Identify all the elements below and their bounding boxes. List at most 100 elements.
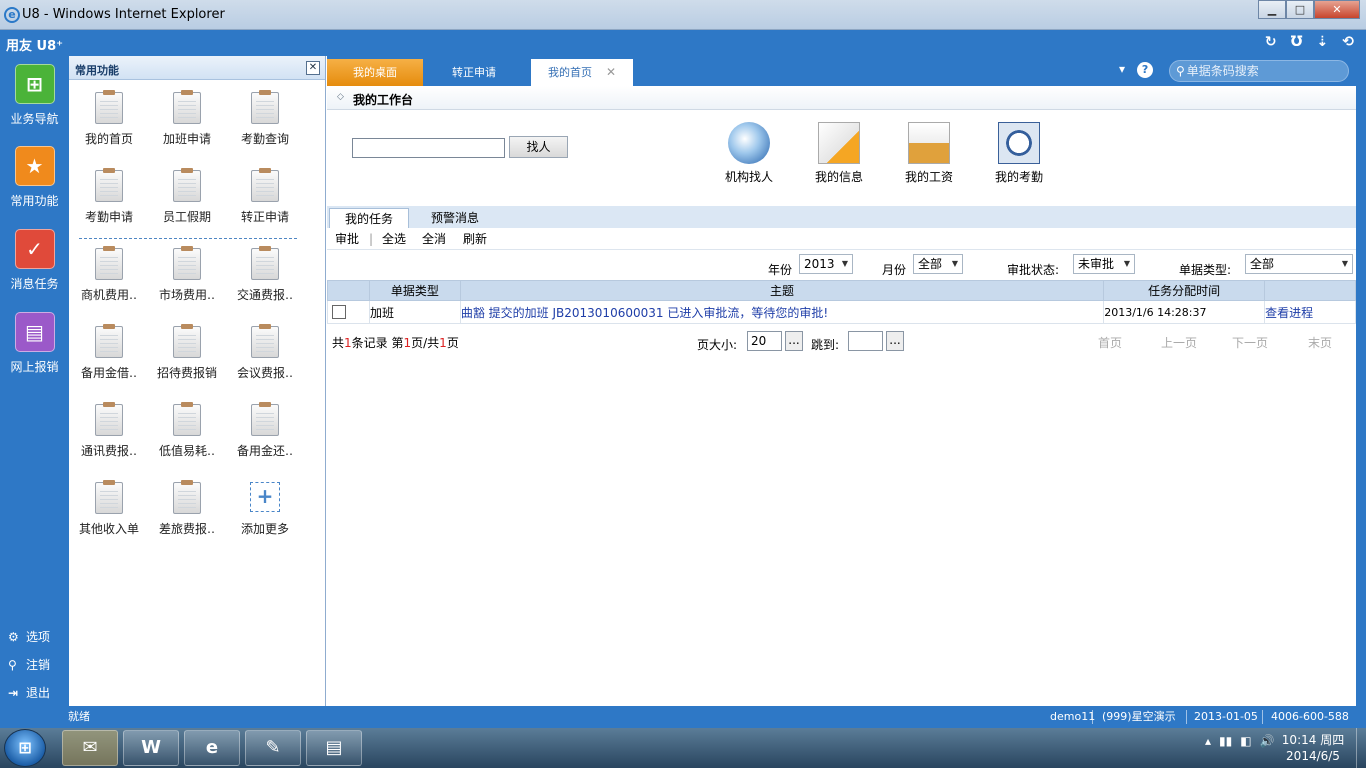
first-page-link[interactable]: 首页 xyxy=(1098,334,1122,351)
table-row[interactable]: 加班 曲豁 提交的加班 JB2013010600031 已进入审批流，等待您的审… xyxy=(327,300,1356,324)
chevron-down-icon: ▼ xyxy=(951,259,958,268)
function-item[interactable]: 加班申请 xyxy=(148,90,226,147)
download-icon[interactable]: ⇣ xyxy=(1317,34,1329,50)
panel-header: 常用功能 ✕ xyxy=(69,56,325,80)
find-person-input[interactable] xyxy=(352,138,505,158)
user-switch-icon[interactable]: Ʊ xyxy=(1291,34,1303,50)
tray-expand-icon[interactable]: ▴ xyxy=(1205,734,1211,748)
year-select[interactable]: 2013 ▼ xyxy=(799,254,853,274)
function-item-label: 备用金借‥ xyxy=(80,366,137,380)
column-subject[interactable]: 主题 xyxy=(459,280,1105,301)
find-person-button[interactable]: 找人 xyxy=(509,136,568,158)
panel-close-icon[interactable]: ✕ xyxy=(306,61,320,75)
cell-assigned-time: 2013/1/6 14:28:37 xyxy=(1103,300,1266,324)
tab-my-desktop[interactable]: 我的桌面 xyxy=(327,59,423,86)
outlook-icon[interactable]: ✉ xyxy=(62,730,118,766)
doc-type-select[interactable]: 全部 ▼ xyxy=(1245,254,1353,274)
column-assigned-time[interactable]: 任务分配时间 xyxy=(1103,280,1266,301)
quick-link-my-attendance[interactable]: 我的考勤 xyxy=(979,122,1059,185)
add-more-button[interactable]: + 添加更多 xyxy=(226,482,304,537)
status-date: 2013-01-05 xyxy=(1194,710,1258,723)
view-process-link[interactable]: 查看进程 xyxy=(1264,300,1356,324)
function-item[interactable]: 考勤申请 xyxy=(70,168,148,225)
function-item[interactable]: 低值易耗‥ xyxy=(148,402,226,459)
status-user: demo11 xyxy=(1050,710,1096,723)
refresh-icon[interactable]: ↻ xyxy=(1265,34,1277,50)
paint-icon[interactable]: ✎ xyxy=(245,730,301,766)
tab-my-homepage[interactable]: 我的首页 ✕ xyxy=(531,59,633,86)
page-size-button[interactable]: ... xyxy=(785,331,803,351)
jump-to-input[interactable] xyxy=(848,331,883,351)
tab-my-tasks[interactable]: 我的任务 xyxy=(329,208,409,228)
next-page-link[interactable]: 下一页 xyxy=(1232,334,1268,351)
volume-icon[interactable]: 🔊 xyxy=(1260,734,1275,748)
ie-logo-icon: e xyxy=(4,7,20,23)
function-item[interactable]: 差旅费报‥ xyxy=(148,480,226,537)
function-item[interactable]: 其他收入单 xyxy=(70,480,148,537)
cell-subject-link[interactable]: 曲豁 提交的加班 JB2013010600031 已进入审批流，等待您的审批! xyxy=(459,300,1105,324)
chevron-down-icon[interactable]: ▾ xyxy=(1119,62,1125,78)
nav-options[interactable]: ⚙ 选项 xyxy=(8,628,50,645)
network-icon[interactable]: ▮▮ xyxy=(1219,734,1232,748)
nav-logout[interactable]: ⚲ 注销 xyxy=(8,656,50,673)
quick-link-my-salary[interactable]: 我的工资 xyxy=(889,122,969,185)
battery-icon[interactable]: ◧ xyxy=(1240,734,1251,748)
function-item[interactable]: 招待费报销 xyxy=(148,324,226,381)
barcode-search-input[interactable]: ⚲ 单据条码搜索 xyxy=(1169,60,1349,82)
maximize-button[interactable]: □ xyxy=(1286,0,1314,19)
task-action-bar: 审批 | 全选 全消 刷新 xyxy=(327,228,1356,250)
function-item[interactable]: 商机费用‥ xyxy=(70,246,148,303)
function-item[interactable]: 考勤查询 xyxy=(226,90,304,147)
approve-button[interactable]: 审批 xyxy=(335,228,359,250)
nav-common-functions[interactable]: ★ 常用功能 xyxy=(0,146,69,209)
clock[interactable]: 10:14 周四 2014/6/5 xyxy=(1280,732,1346,764)
nav-online-reimbursement[interactable]: ▤ 网上报销 xyxy=(0,312,69,375)
quick-link-my-info[interactable]: 我的信息 xyxy=(799,122,879,185)
function-item[interactable]: 我的首页 xyxy=(70,90,148,147)
select-all-button[interactable]: 全选 xyxy=(382,228,406,250)
nav-exit[interactable]: ⇥ 退出 xyxy=(8,684,50,701)
function-item[interactable]: 通讯费报‥ xyxy=(70,402,148,459)
explorer-icon[interactable]: ▤ xyxy=(306,730,362,766)
function-item[interactable]: 会议费报‥ xyxy=(226,324,304,381)
approval-status-select[interactable]: 未审批 ▼ xyxy=(1073,254,1135,274)
quick-link-org-search[interactable]: 机构找人 xyxy=(709,122,789,185)
ie-title-bar: e U8 - Windows Internet Explorer ▁ □ ✕ xyxy=(0,0,1366,30)
status-separator xyxy=(1262,710,1263,724)
function-item-label: 招待费报销 xyxy=(156,366,217,380)
function-item[interactable]: 备用金借‥ xyxy=(70,324,148,381)
function-item[interactable]: 市场费用‥ xyxy=(148,246,226,303)
close-button[interactable]: ✕ xyxy=(1314,0,1360,19)
function-item[interactable]: 转正申请 xyxy=(226,168,304,225)
tab-close-icon[interactable]: ✕ xyxy=(606,65,616,79)
month-select[interactable]: 全部 ▼ xyxy=(913,254,963,274)
page-size-input[interactable]: 20 xyxy=(747,331,782,351)
row-checkbox[interactable] xyxy=(332,305,346,319)
nav-business-navigation[interactable]: ⊞ 业务导航 xyxy=(0,64,69,127)
function-item[interactable]: 交通费报‥ xyxy=(226,246,304,303)
status-bar: 就绪 demo11 (999)星空演示 2013-01-05 4006-600-… xyxy=(0,706,1366,728)
minimize-button[interactable]: ▁ xyxy=(1258,0,1286,19)
help-icon[interactable]: ? xyxy=(1137,62,1154,78)
deselect-all-button[interactable]: 全消 xyxy=(422,228,446,250)
show-desktop-button[interactable] xyxy=(1356,728,1366,768)
prev-page-link[interactable]: 上一页 xyxy=(1161,334,1197,351)
jump-to-button[interactable]: ... xyxy=(886,331,904,351)
word-icon[interactable]: W xyxy=(123,730,179,766)
tab-label: 我的首页 xyxy=(547,66,592,79)
tab-alert-messages[interactable]: 预警消息 xyxy=(415,208,495,228)
function-item-label: 备用金还‥ xyxy=(236,444,293,458)
tab-label: 转正申请 xyxy=(452,66,496,79)
function-item[interactable]: 员工假期 xyxy=(148,168,226,225)
clipboard-icon xyxy=(95,480,123,514)
start-button[interactable]: ⊞ xyxy=(4,729,46,767)
column-doc-type[interactable]: 单据类型 xyxy=(368,280,461,301)
last-page-link[interactable]: 末页 xyxy=(1308,334,1332,351)
ie-icon[interactable]: e xyxy=(184,730,240,766)
chevron-down-icon: ▼ xyxy=(841,259,848,268)
reset-icon[interactable]: ⟲ xyxy=(1342,34,1354,50)
function-item[interactable]: 备用金还‥ xyxy=(226,402,304,459)
nav-message-tasks[interactable]: ✓ 消息任务 xyxy=(0,229,69,292)
refresh-button[interactable]: 刷新 xyxy=(463,228,487,250)
tab-regularization-request[interactable]: 转正申请 xyxy=(427,59,521,86)
